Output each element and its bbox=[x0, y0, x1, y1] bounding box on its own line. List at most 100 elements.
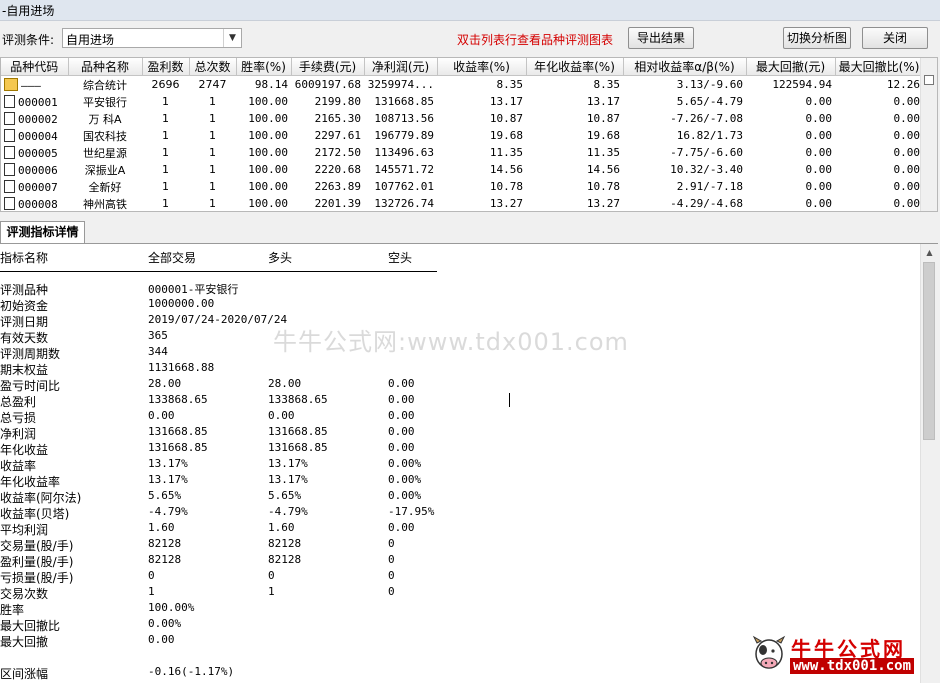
metric-name: 初始资金 bbox=[0, 299, 49, 313]
cell-profit: 3259974... bbox=[367, 78, 434, 91]
export-button[interactable]: 导出结果 bbox=[628, 27, 694, 49]
table-row[interactable]: 000004 国农科技 1 1 100.00 2297.61 196779.89 19.68 1… bbox=[1, 127, 923, 144]
tab-detail[interactable]: 评测指标详情 bbox=[0, 221, 85, 243]
summary-row[interactable]: ——— 综合统计 2696 2747 98.14 6009197.68 3259974...… bbox=[1, 76, 923, 94]
detail-row: 收益率(贝塔) -4.79% -4.79% -17.95% bbox=[0, 505, 920, 521]
close-button[interactable]: 关闭 bbox=[862, 27, 928, 49]
table-row[interactable]: 000006 深振业A 1 1 100.00 2220.68 145571.72 14.56 1… bbox=[1, 161, 923, 178]
metric-name: 交易量(股/手) bbox=[0, 539, 74, 553]
metric-long: 82128 bbox=[268, 537, 302, 550]
column-header[interactable]: 胜率(%) bbox=[236, 58, 292, 76]
metric-long: 1 bbox=[268, 585, 275, 598]
metric-name: 评测周期数 bbox=[0, 347, 61, 361]
column-header[interactable]: 手续费(元) bbox=[291, 58, 365, 76]
toolbar: 评测条件: 自用进场 ▼ 双击列表行查看品种评测图表 导出结果 切换分析图 关闭 bbox=[0, 21, 940, 55]
metric-long: 13.17% bbox=[268, 473, 308, 486]
cell-alpha: 3.13/-9.60 bbox=[676, 78, 743, 91]
cell-alpha: -7.26/-7.08 bbox=[670, 112, 743, 125]
cell-annual: 10.78 bbox=[586, 180, 620, 193]
cell-ddratio: 12.26 bbox=[886, 78, 920, 91]
cow-mascot-icon bbox=[752, 635, 786, 669]
grid-scrollbar[interactable] bbox=[920, 58, 937, 211]
detail-header-all: 全部交易 bbox=[148, 251, 197, 265]
detail-row: 年化收益 131668.85 131668.85 0.00 bbox=[0, 441, 920, 457]
cell-profit: 145571.72 bbox=[374, 163, 434, 176]
metric-long: 1.60 bbox=[268, 521, 295, 534]
cell-name: 世纪星源 bbox=[83, 146, 127, 160]
cell-alpha: 2.91/-7.18 bbox=[676, 180, 743, 193]
cell-maxdd: 0.00 bbox=[805, 197, 833, 210]
document-icon bbox=[4, 179, 15, 193]
cell-rate: 100.00 bbox=[248, 129, 288, 142]
metric-all: 000001-平安银行 bbox=[148, 283, 239, 296]
cell-code: 000001 bbox=[1, 93, 68, 110]
cell-total: 1 bbox=[209, 146, 216, 159]
metric-all: 1 bbox=[148, 585, 155, 598]
metric-name: 总盈利 bbox=[0, 395, 37, 409]
document-icon bbox=[4, 94, 15, 108]
switch-chart-button[interactable]: 切换分析图 bbox=[783, 27, 851, 49]
cell-fee: 2220.68 bbox=[314, 163, 361, 176]
detail-row: 评测品种 000001-平安银行 bbox=[0, 281, 920, 297]
column-header[interactable]: 相对收益率α/β(%) bbox=[623, 58, 747, 76]
column-header[interactable]: 收益率(%) bbox=[437, 58, 527, 76]
cell-total: 1 bbox=[209, 95, 216, 108]
table-row[interactable]: 000002 万 科A 1 1 100.00 2165.30 108713.56 10.87 1… bbox=[1, 110, 923, 127]
cell-name: 神州高铁 bbox=[83, 197, 127, 211]
document-icon bbox=[4, 162, 15, 176]
column-header[interactable]: 品种名称 bbox=[68, 58, 143, 76]
cell-maxdd: 0.00 bbox=[805, 163, 833, 176]
cell-alpha: -7.75/-6.60 bbox=[670, 146, 743, 159]
detail-row: 胜率 100.00% bbox=[0, 601, 920, 617]
metric-all: 1131668.88 bbox=[148, 361, 215, 374]
metric-short: 0.00 bbox=[388, 425, 415, 438]
cell-win: 2696 bbox=[151, 78, 180, 91]
column-header[interactable]: 最大回撤比(%) bbox=[835, 58, 924, 76]
metric-long: 82128 bbox=[268, 553, 302, 566]
metric-long: -4.79% bbox=[268, 505, 308, 518]
metric-long: 5.65% bbox=[268, 489, 302, 502]
cell-name: 万 科A bbox=[88, 112, 122, 126]
column-header[interactable]: 盈利数 bbox=[142, 58, 190, 76]
metric-short: 0.00% bbox=[388, 489, 422, 502]
metric-long: 13.17% bbox=[268, 457, 308, 470]
cell-win: 1 bbox=[162, 112, 169, 125]
cell-name: 全新好 bbox=[88, 180, 122, 194]
metric-all: 1000000.00 bbox=[148, 297, 215, 310]
metric-all: 82128 bbox=[148, 553, 182, 566]
scroll-thumb[interactable] bbox=[923, 262, 935, 440]
table-row[interactable]: 000005 世纪星源 1 1 100.00 2172.50 113496.63 11.35 1… bbox=[1, 144, 923, 161]
detail-scrollbar[interactable]: ▲ bbox=[920, 244, 938, 683]
metric-all: 5.65% bbox=[148, 489, 182, 502]
table-row[interactable]: 000007 全新好 1 1 100.00 2263.89 107762.01 10.78 10… bbox=[1, 178, 923, 195]
table-row[interactable]: 000001 平安银行 1 1 100.00 2199.80 131668.85 13.17 1… bbox=[1, 93, 923, 110]
chevron-down-icon[interactable]: ▼ bbox=[223, 29, 241, 47]
document-icon bbox=[4, 111, 15, 125]
text-cursor bbox=[509, 393, 510, 407]
cell-maxdd: 0.00 bbox=[805, 180, 833, 193]
cell-code-text: 000008 bbox=[18, 197, 58, 211]
watermark-text: 牛牛公式网:www.tdx001.com bbox=[273, 328, 629, 356]
cell-annual: 19.68 bbox=[586, 129, 620, 142]
metric-short: 0 bbox=[388, 569, 395, 582]
cell-code-text: 000005 bbox=[18, 146, 58, 160]
cell-fee: 2201.39 bbox=[314, 197, 361, 210]
metric-name: 评测品种 bbox=[0, 283, 49, 297]
cell-ddratio: 0.00 bbox=[893, 197, 921, 210]
metric-name: 净利润 bbox=[0, 427, 37, 441]
cell-rate: 100.00 bbox=[248, 112, 288, 125]
cell-code-text: 000002 bbox=[18, 112, 58, 126]
column-header[interactable]: 净利润(元) bbox=[364, 58, 438, 76]
column-header[interactable]: 总次数 bbox=[189, 58, 237, 76]
metric-long: 133868.65 bbox=[268, 393, 328, 406]
hint-text: 双击列表行查看品种评测图表 bbox=[457, 33, 614, 47]
column-header[interactable]: 年化收益率(%) bbox=[526, 58, 624, 76]
column-header[interactable]: 最大回撤(元) bbox=[746, 58, 836, 76]
folder-icon bbox=[4, 77, 18, 91]
metric-name: 盈利量(股/手) bbox=[0, 555, 74, 569]
cell-code: 000007 bbox=[1, 178, 68, 195]
condition-select[interactable]: 自用进场 ▼ bbox=[62, 28, 242, 48]
table-row[interactable]: 000008 神州高铁 1 1 100.00 2201.39 132726.74 13.27 1… bbox=[1, 195, 923, 211]
column-header[interactable]: 品种代码 bbox=[1, 58, 69, 76]
scroll-up-icon[interactable]: ▲ bbox=[921, 244, 938, 261]
